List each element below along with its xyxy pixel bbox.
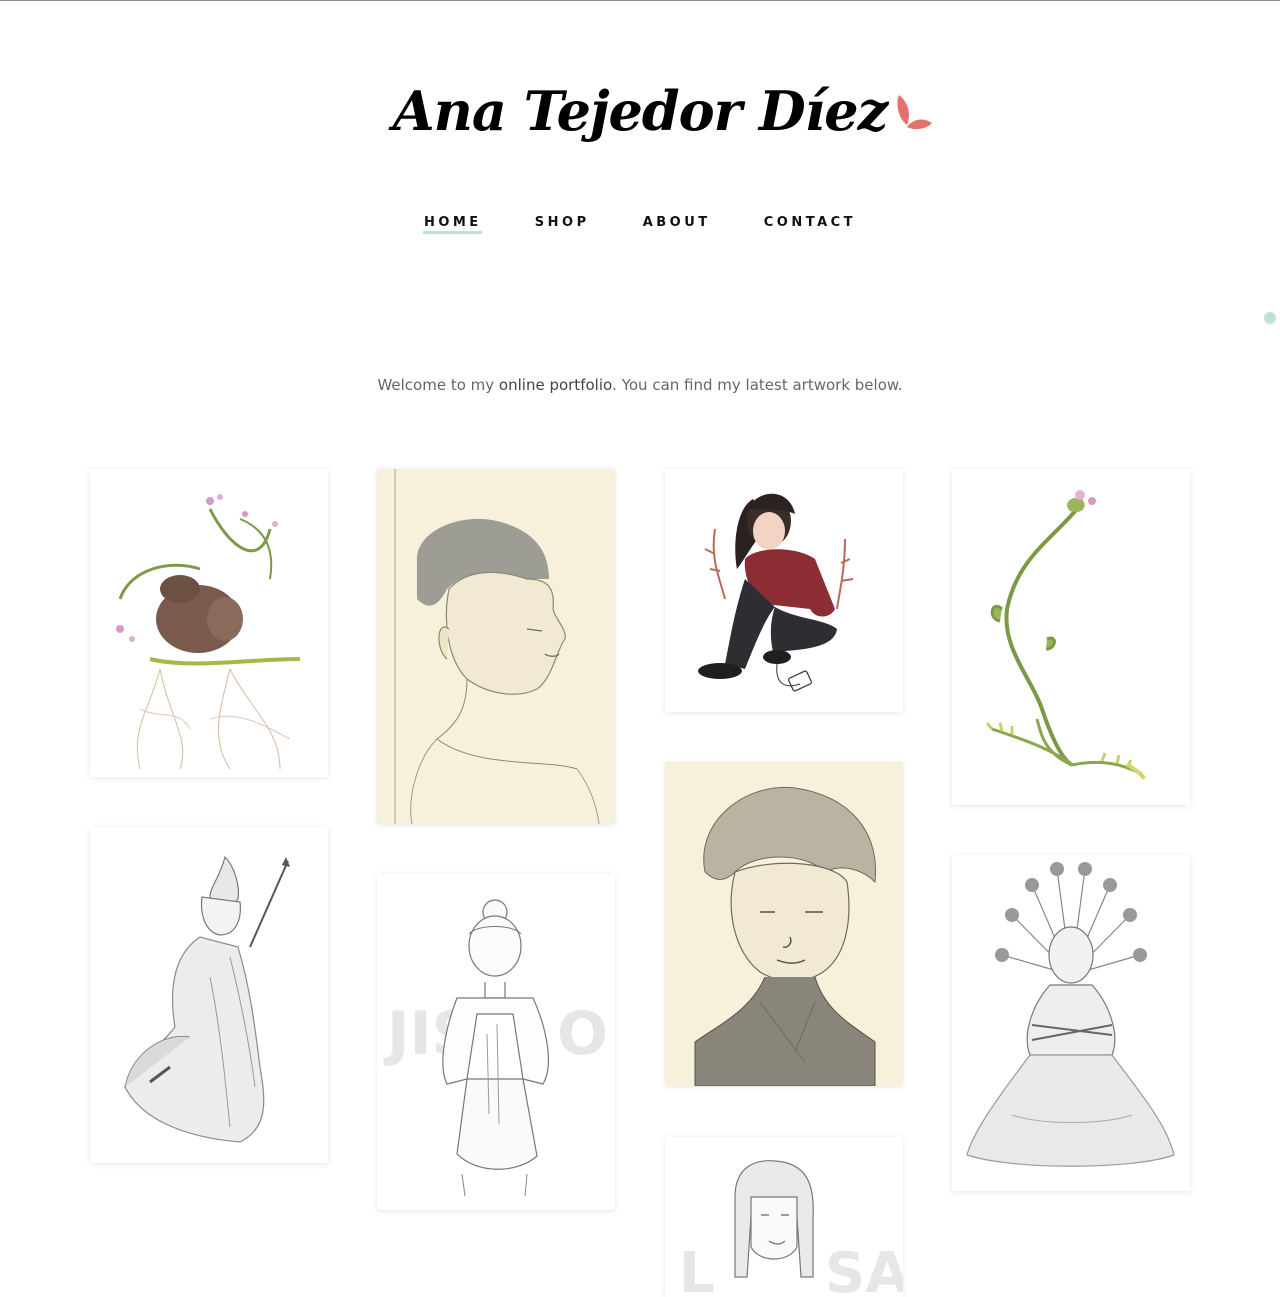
gallery-item-lisa[interactable]: L SA	[665, 1137, 903, 1297]
welcome-text: Welcome to my online portfolio. You can …	[0, 376, 1280, 394]
gallery-item-warrior-woman[interactable]	[90, 827, 328, 1163]
peacock-woman-sketch	[966, 862, 1175, 1167]
nav-home[interactable]: HOME	[422, 215, 482, 234]
online-portfolio-link[interactable]: online portfolio	[499, 376, 612, 394]
warrior-woman-sketch	[124, 855, 290, 1143]
nav-shop[interactable]: SHOP	[535, 215, 590, 230]
main-nav: HOME SHOP ABOUT CONTACT	[0, 211, 1280, 234]
welcome-after: . You can find my latest artwork below.	[612, 376, 903, 394]
scroll-indicator-dot[interactable]	[1264, 312, 1276, 324]
leaf-logo-icon	[897, 95, 933, 130]
gallery-item-flower-stem[interactable]	[952, 469, 1190, 805]
welcome-before: Welcome to my	[377, 376, 499, 394]
man-portrait-drawing	[377, 469, 615, 824]
nav-about[interactable]: ABOUT	[643, 215, 711, 230]
gallery-item-man-portrait[interactable]	[377, 469, 615, 824]
lisa-overlay-right: SA	[825, 1241, 903, 1297]
gallery-item-jisoo[interactable]: JIS O	[377, 874, 615, 1210]
boy-portrait-drawing	[665, 762, 903, 1086]
girl-red-sweater-illustration	[698, 493, 854, 692]
jisoo-overlay-right: O	[557, 999, 608, 1069]
otter-illustration	[116, 494, 301, 770]
nav-contact[interactable]: CONTACT	[764, 215, 856, 230]
flower-stem-illustration	[985, 490, 1146, 780]
lisa-sketch: L SA	[679, 1160, 903, 1297]
site-title-block: Ana Tejedor Díez	[0, 79, 1280, 143]
lisa-overlay-left: L	[679, 1241, 715, 1297]
gallery-item-girl-red-sweater[interactable]	[665, 469, 903, 712]
gallery-item-peacock-woman[interactable]	[952, 855, 1190, 1191]
gallery-item-boy-portrait[interactable]	[665, 762, 903, 1086]
site-title[interactable]: Ana Tejedor Díez	[393, 79, 889, 143]
gallery-item-otter[interactable]	[90, 469, 328, 777]
jisoo-sketch: JIS O	[383, 899, 608, 1197]
